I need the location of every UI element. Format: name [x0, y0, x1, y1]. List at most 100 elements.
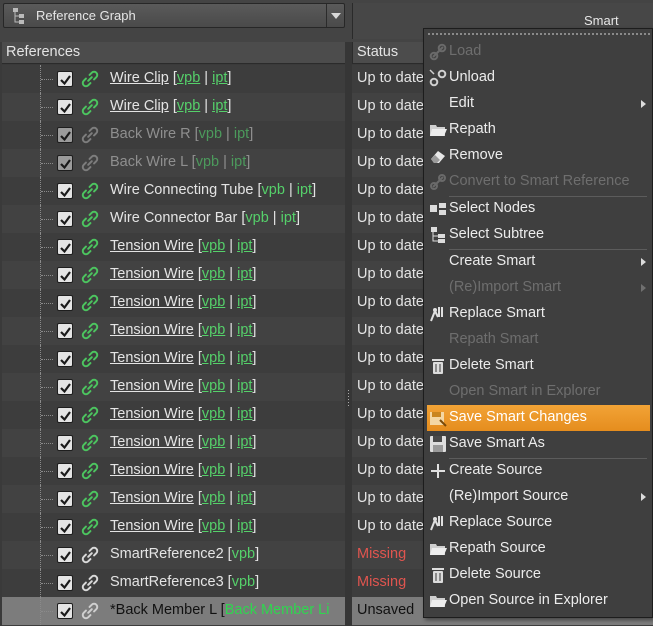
menu-item-select-nodes[interactable]: Select Nodes — [424, 196, 652, 222]
menu-item-remove[interactable]: Remove — [424, 143, 652, 169]
reference-format-link[interactable]: vpb — [202, 294, 225, 310]
row-checkbox[interactable] — [57, 547, 73, 563]
reference-format-link[interactable]: ipt — [281, 210, 296, 226]
reference-format-link[interactable]: ipt — [237, 378, 252, 394]
reference-label[interactable]: SmartReference3 [vpb] — [110, 574, 259, 590]
reference-label[interactable]: Tension Wire [vpb | ipt] — [110, 266, 256, 282]
reference-label[interactable]: Tension Wire [vpb | ipt] — [110, 434, 256, 450]
reference-row[interactable]: Tension Wire [vpb | ipt] — [2, 261, 345, 289]
reference-format-link[interactable]: ipt — [237, 322, 252, 338]
reference-format-link[interactable]: vpb — [202, 238, 225, 254]
reference-format-link[interactable]: vpb — [245, 210, 268, 226]
row-checkbox[interactable] — [57, 323, 73, 339]
row-checkbox[interactable] — [57, 575, 73, 591]
reference-row[interactable]: Tension Wire [vpb | ipt] — [2, 513, 345, 541]
reference-format-link[interactable]: ipt — [237, 350, 252, 366]
row-checkbox[interactable] — [57, 379, 73, 395]
reference-format-link[interactable]: ipt — [237, 266, 252, 282]
menu-item-open-source-in-explorer[interactable]: Open Source in Explorer — [424, 588, 652, 614]
reference-label[interactable]: *Back Member L [Back Member Li — [110, 602, 329, 618]
reference-format-link[interactable]: ipt — [212, 70, 227, 86]
reference-label[interactable]: Wire Clip [vpb | ipt] — [110, 98, 231, 114]
reference-label[interactable]: Back Wire L [vpb | ipt] — [110, 154, 250, 170]
reference-label[interactable]: Tension Wire [vpb | ipt] — [110, 294, 256, 310]
reference-format-link[interactable]: vpb — [232, 574, 255, 590]
row-checkbox[interactable] — [57, 99, 73, 115]
reference-label[interactable]: Wire Connecting Tube [vpb | ipt] — [110, 182, 316, 198]
reference-row[interactable]: SmartReference2 [vpb] — [2, 541, 345, 569]
reference-format-link[interactable]: vpb — [202, 462, 225, 478]
reference-label[interactable]: Tension Wire [vpb | ipt] — [110, 406, 256, 422]
reference-label[interactable]: Tension Wire [vpb | ipt] — [110, 322, 256, 338]
reference-format-link[interactable]: ipt — [212, 98, 227, 114]
reference-format-link[interactable]: ipt — [237, 406, 252, 422]
reference-format-link[interactable]: vpb — [232, 546, 255, 562]
reference-row[interactable]: Tension Wire [vpb | ipt] — [2, 345, 345, 373]
row-checkbox[interactable] — [57, 127, 73, 143]
row-checkbox[interactable] — [57, 351, 73, 367]
reference-row[interactable]: Wire Clip [vpb | ipt] — [2, 93, 345, 121]
reference-format-link[interactable]: ipt — [297, 182, 312, 198]
reference-format-link[interactable]: ipt — [237, 434, 252, 450]
reference-row[interactable]: Tension Wire [vpb | ipt] — [2, 429, 345, 457]
menu-item-unload[interactable]: Unload — [424, 65, 652, 91]
reference-format-link[interactable]: vpb — [262, 182, 285, 198]
reference-row[interactable]: Tension Wire [vpb | ipt] — [2, 289, 345, 317]
reference-row[interactable]: Wire Connector Bar [vpb | ipt] — [2, 205, 345, 233]
menu-item-save-smart-changes[interactable]: Save Smart Changes — [427, 405, 650, 431]
reference-row[interactable]: Back Wire R [vpb | ipt] — [2, 121, 345, 149]
reference-label[interactable]: Back Wire R [vpb | ipt] — [110, 126, 253, 142]
row-checkbox[interactable] — [57, 71, 73, 87]
reference-format-link[interactable]: vpb — [199, 126, 222, 142]
row-checkbox[interactable] — [57, 183, 73, 199]
row-checkbox[interactable] — [57, 519, 73, 535]
menu-item-select-subtree[interactable]: Select Subtree — [424, 222, 652, 248]
reference-format-link[interactable]: vpb — [196, 154, 219, 170]
reference-row[interactable]: Back Wire L [vpb | ipt] — [2, 149, 345, 177]
reference-label[interactable]: Tension Wire [vpb | ipt] — [110, 462, 256, 478]
reference-format-link[interactable]: vpb — [202, 518, 225, 534]
row-checkbox[interactable] — [57, 211, 73, 227]
reference-format-link[interactable]: vpb — [202, 266, 225, 282]
reference-format-link[interactable]: ipt — [231, 154, 246, 170]
reference-format-link[interactable]: ipt — [237, 490, 252, 506]
reference-row[interactable]: Tension Wire [vpb | ipt] — [2, 457, 345, 485]
menu-item-edit[interactable]: Edit — [424, 91, 652, 117]
reference-row[interactable]: Tension Wire [vpb | ipt] — [2, 233, 345, 261]
row-checkbox[interactable] — [57, 463, 73, 479]
menu-item-save-smart-as[interactable]: Save Smart As — [424, 431, 652, 457]
row-checkbox[interactable] — [57, 603, 73, 619]
menu-item-repath-source[interactable]: Repath Source — [424, 536, 652, 562]
reference-format-link[interactable]: Back Member Li — [225, 602, 330, 618]
row-checkbox[interactable] — [57, 267, 73, 283]
reference-format-link[interactable]: vpb — [202, 406, 225, 422]
reference-format-link[interactable]: ipt — [237, 462, 252, 478]
row-checkbox[interactable] — [57, 435, 73, 451]
reference-row[interactable]: Tension Wire [vpb | ipt] — [2, 485, 345, 513]
reference-format-link[interactable]: vpb — [202, 378, 225, 394]
row-checkbox[interactable] — [57, 239, 73, 255]
reference-row[interactable]: Wire Connecting Tube [vpb | ipt] — [2, 177, 345, 205]
reference-row[interactable]: Tension Wire [vpb | ipt] — [2, 317, 345, 345]
row-checkbox[interactable] — [57, 155, 73, 171]
reference-row[interactable]: Tension Wire [vpb | ipt] — [2, 401, 345, 429]
reference-label[interactable]: Tension Wire [vpb | ipt] — [110, 238, 256, 254]
row-checkbox[interactable] — [57, 295, 73, 311]
references-column-header[interactable]: References — [2, 42, 345, 64]
reference-format-link[interactable]: ipt — [237, 238, 252, 254]
reference-format-link[interactable]: vpb — [177, 70, 200, 86]
reference-label[interactable]: Tension Wire [vpb | ipt] — [110, 378, 256, 394]
reference-row[interactable]: SmartReference3 [vpb] — [2, 569, 345, 597]
reference-row[interactable]: *Back Member L [Back Member Li — [2, 597, 345, 625]
menu-grip[interactable] — [428, 33, 650, 36]
reference-format-link[interactable]: vpb — [202, 434, 225, 450]
pane-splitter[interactable] — [345, 42, 352, 626]
menu-item-repath[interactable]: Repath — [424, 117, 652, 143]
reference-format-link[interactable]: vpb — [202, 350, 225, 366]
reference-label[interactable]: Wire Connector Bar [vpb | ipt] — [110, 210, 300, 226]
reference-row[interactable]: Wire Clip [vpb | ipt] — [2, 65, 345, 93]
row-checkbox[interactable] — [57, 491, 73, 507]
reference-row[interactable]: Tension Wire [vpb | ipt] — [2, 373, 345, 401]
reference-format-link[interactable]: vpb — [177, 98, 200, 114]
graph-selector-dropdown[interactable]: Reference Graph — [3, 3, 345, 28]
